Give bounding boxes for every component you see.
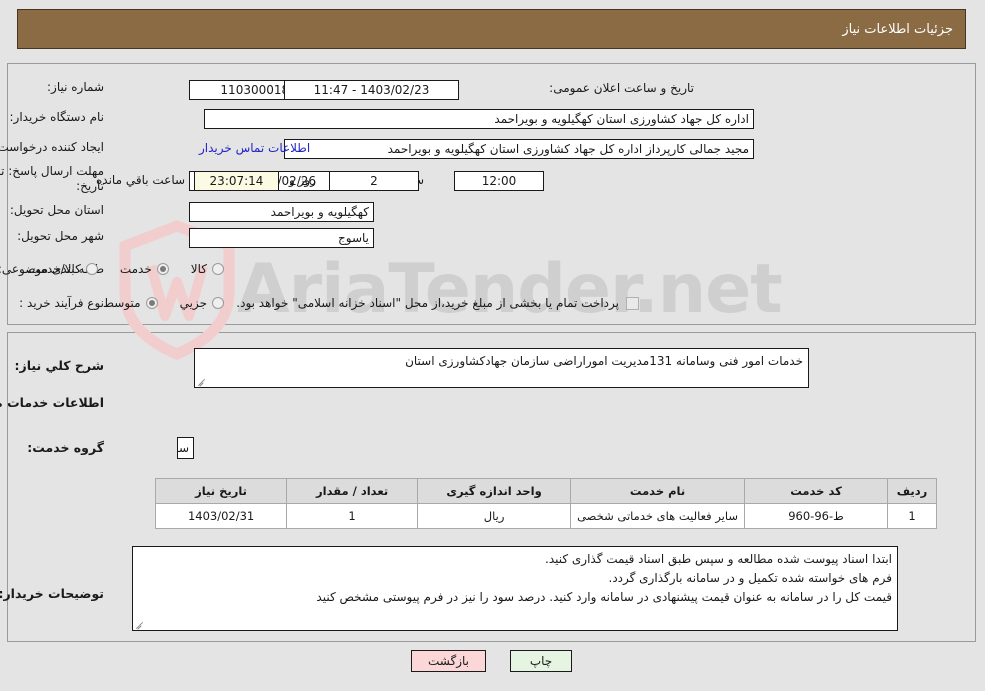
general-description-label: شرح کلي نیاز: xyxy=(15,358,105,373)
col-date: تاریخ نیاز xyxy=(156,478,289,504)
deadline-label-line1: مهلت ارسال پاسخ: تا xyxy=(0,164,105,178)
resize-grip-icon[interactable] xyxy=(198,376,208,386)
deadline-countdown-label: ساعت باقي مانده xyxy=(97,173,187,187)
col-quantity: تعداد / مقدار xyxy=(287,478,420,504)
cell-date: 1403/02/31 xyxy=(156,503,289,529)
deadline-countdown-label-row: ساعت باقي مانده xyxy=(97,173,186,187)
radio-icon[interactable] xyxy=(213,297,225,309)
resize-grip-icon[interactable] xyxy=(136,619,146,629)
delivery-province-label-row: استان محل تحویل: xyxy=(11,203,105,217)
services-section-title: اطلاعات خدمات مورد نیاز xyxy=(0,395,105,410)
buyer-notes-label-row: توضیحات خریدار: xyxy=(0,586,105,601)
deadline-label-row: مهلت ارسال پاسخ: تا تاریخ: xyxy=(0,164,105,194)
service-group-label: گروه خدمت: xyxy=(28,440,105,455)
radio-icon[interactable] xyxy=(86,263,99,275)
back-button[interactable]: بازگشت xyxy=(412,650,487,672)
col-index: ردیف xyxy=(888,478,938,504)
purchase-process-option-motavaset[interactable]: متوسط xyxy=(104,296,159,310)
radio-icon[interactable] xyxy=(213,263,225,275)
announce-datetime-label: تاریخ و ساعت اعلان عمومی: xyxy=(550,81,695,95)
treasury-bond-label: پرداخت تمام یا بخشی از مبلغ خرید،از محل … xyxy=(237,296,620,310)
need-number-label-row: شماره نیاز: xyxy=(48,80,105,94)
general-description-textarea[interactable]: خدمات امور فنی وسامانه 131مدیریت امورارا… xyxy=(195,348,810,388)
purchase-process-option-motavaset-label: متوسط xyxy=(103,296,142,310)
subject-category-options: کالا خدمت کالا/خدمت xyxy=(8,262,225,276)
requester-label: ایجاد کننده درخواست: xyxy=(0,140,105,154)
purchase-process-options: جزیي متوسط xyxy=(82,296,225,310)
deadline-days-label: روز و xyxy=(290,173,317,187)
announce-datetime-field: 1403/02/23 - 11:47 xyxy=(285,80,460,100)
cell-quantity: 1 xyxy=(287,503,420,529)
delivery-province-field: کهگیلویه و بویراحمد xyxy=(190,202,375,222)
buyer-notes-textarea[interactable]: ابتدا اسناد پیوست شده مطالعه و سپس طبق ا… xyxy=(133,546,899,631)
buyer-org-field: اداره کل جهاد کشاورزی استان کهگیلویه و ب… xyxy=(205,109,755,129)
purchase-process-option-jozei[interactable]: جزیي xyxy=(181,296,225,310)
purchase-process-option-jozei-label: جزیي xyxy=(180,296,208,310)
subject-category-option-kala[interactable]: کالا xyxy=(192,262,225,276)
general-description-value: خدمات امور فنی وسامانه 131مدیریت امورارا… xyxy=(406,354,804,368)
service-group-label-row: گروه خدمت: xyxy=(28,440,105,455)
col-code: کد خدمت xyxy=(745,478,889,504)
subject-category-option-kala-khedmat-label: کالا/خدمت xyxy=(29,262,82,276)
requester-field: مجید جمالی کارپرداز اداره کل جهاد کشاورز… xyxy=(285,139,755,159)
page-header: جزئیات اطلاعات نیاز xyxy=(18,9,967,49)
buyer-contact-row[interactable]: اطلاعات تماس خریدار xyxy=(200,141,311,155)
cell-unit: ریال xyxy=(418,503,573,529)
table-row: 1 ط-96-960 سایر فعالیت های خدماتی شخصی ر… xyxy=(156,503,938,529)
page-title: جزئیات اطلاعات نیاز xyxy=(843,21,954,37)
service-group-field: سایر فعالیت‌های خدماتی xyxy=(178,437,195,459)
need-number-label: شماره نیاز: xyxy=(48,80,105,94)
deadline-days-field: 2 xyxy=(330,171,420,191)
need-summary-panel xyxy=(8,63,977,325)
services-table-header-row: ردیف کد خدمت نام خدمت واحد اندازه گیری ت… xyxy=(156,478,938,504)
services-section-title-row: اطلاعات خدمات مورد نیاز xyxy=(0,395,105,410)
subject-category-option-kala-khedmat[interactable]: کالا/خدمت xyxy=(30,262,99,276)
radio-icon[interactable] xyxy=(157,263,170,275)
delivery-city-label-row: شهر محل تحویل: xyxy=(18,229,105,243)
delivery-province-label: استان محل تحویل: xyxy=(10,203,105,217)
treasury-bond-row: پرداخت تمام یا بخشی از مبلغ خرید،از محل … xyxy=(237,296,640,310)
treasury-bond-checkbox[interactable] xyxy=(627,296,640,310)
buyer-notes-line-1: ابتدا اسناد پیوست شده مطالعه و سپس طبق ا… xyxy=(546,552,893,566)
buyer-org-label-row: نام دستگاه خریدار: xyxy=(11,110,106,124)
deadline-countdown-field: 23:07:14 xyxy=(195,171,280,191)
radio-icon[interactable] xyxy=(146,297,159,309)
cell-index: 1 xyxy=(888,503,938,529)
buyer-notes-label: توضیحات خریدار: xyxy=(0,586,105,601)
deadline-days-label-row: روز و xyxy=(290,173,317,187)
buyer-notes-line-3: قیمت کل را در سامانه به عنوان قیمت پیشنه… xyxy=(317,590,893,604)
announce-datetime-label-row: تاریخ و ساعت اعلان عمومی: xyxy=(550,81,695,95)
subject-category-option-khedmat[interactable]: خدمت xyxy=(121,262,170,276)
delivery-city-label: شهر محل تحویل: xyxy=(18,229,105,243)
col-unit: واحد اندازه گیری xyxy=(418,478,573,504)
col-name: نام خدمت xyxy=(571,478,746,504)
deadline-label-line2: تاریخ: xyxy=(77,179,105,193)
print-button[interactable]: چاپ xyxy=(511,650,573,672)
footer-buttons: بازگشت چاپ xyxy=(0,650,985,672)
deadline-hour-field: 12:00 xyxy=(455,171,545,191)
buyer-org-label: نام دستگاه خریدار: xyxy=(10,110,106,124)
cell-name: سایر فعالیت های خدماتی شخصی xyxy=(571,503,746,529)
services-table: ردیف کد خدمت نام خدمت واحد اندازه گیری ت… xyxy=(156,478,938,529)
subject-category-option-khedmat-label: خدمت xyxy=(120,262,153,276)
buyer-contact-link[interactable]: اطلاعات تماس خریدار xyxy=(200,141,311,155)
cell-code: ط-96-960 xyxy=(745,503,889,529)
general-description-label-row: شرح کلي نیاز: xyxy=(16,358,105,373)
subject-category-option-kala-label: کالا xyxy=(191,262,208,276)
delivery-city-field: یاسوج xyxy=(190,228,375,248)
requester-label-row: ایجاد کننده درخواست: xyxy=(0,140,105,154)
buyer-notes-line-2: فرم های خواسته شده تکمیل و در سامانه بار… xyxy=(609,571,893,585)
